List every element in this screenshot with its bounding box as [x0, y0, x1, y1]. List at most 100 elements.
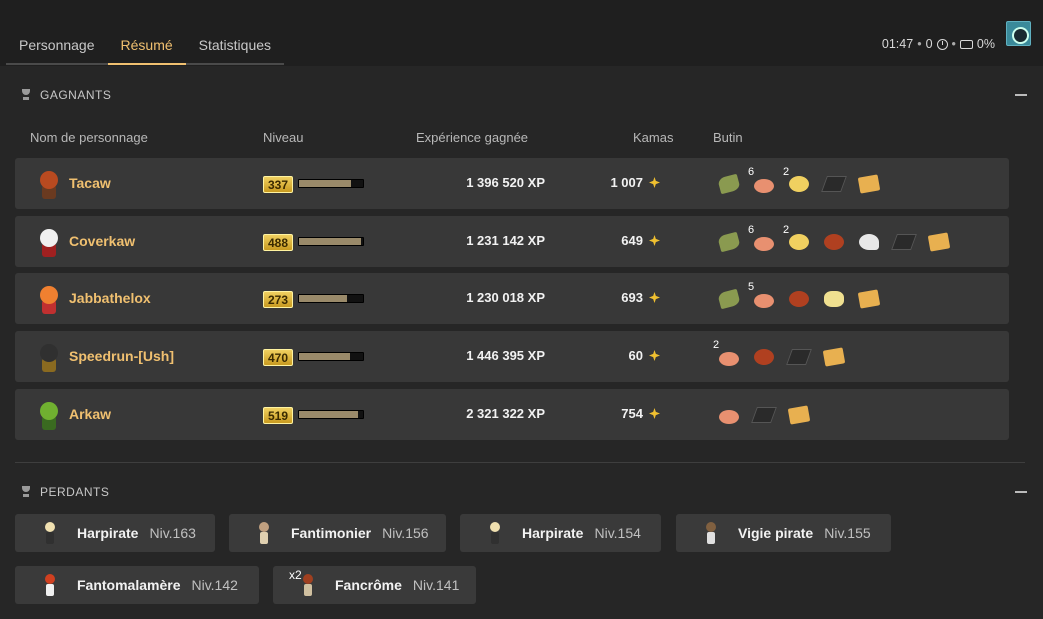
kama-icon	[648, 407, 661, 420]
treasure-map-icon[interactable]	[820, 343, 848, 371]
loser-entry[interactable]: Harpirate Niv.154	[460, 514, 661, 552]
kamas-value: 693	[621, 290, 643, 305]
xp-gained: 1 446 395 XP	[466, 348, 545, 363]
treasure-map-icon[interactable]	[925, 228, 953, 256]
character-avatar	[32, 225, 64, 259]
kamas-value: 1 007	[610, 175, 643, 190]
treasure-map-icon[interactable]	[855, 285, 883, 313]
moon-stone-icon[interactable]: 2	[783, 224, 813, 256]
item-quantity: 6	[748, 224, 755, 236]
character-avatar	[32, 282, 64, 316]
copper-coin-icon[interactable]: 5	[748, 281, 778, 313]
kamas-gained: 754	[621, 406, 661, 421]
column-header-level: Niveau	[263, 130, 304, 145]
monster-name: Harpirate	[77, 525, 139, 541]
dark-plank-icon[interactable]	[820, 170, 848, 198]
dark-plank-icon[interactable]	[890, 228, 918, 256]
column-header-loot: Butin	[713, 130, 743, 145]
character-avatar	[32, 340, 64, 374]
loot-list: 62	[715, 166, 883, 199]
tab-resume[interactable]: Résumé	[107, 27, 186, 65]
monster-icon	[251, 520, 277, 546]
loot-list: 5	[715, 281, 883, 314]
kamas-value: 649	[621, 233, 643, 248]
monster-name: Fancrôme	[335, 577, 402, 593]
fire-orb-icon[interactable]	[750, 343, 778, 371]
monster-level: Niv.141	[412, 577, 460, 593]
level-progress-bar	[298, 410, 364, 419]
leaf-resource-icon[interactable]	[715, 228, 743, 256]
leaf-resource-icon[interactable]	[715, 285, 743, 313]
monster-icon	[37, 572, 63, 598]
drop-bonus: 0%	[976, 37, 995, 51]
winner-row[interactable]: Speedrun-[Ush] 470 1 446 395 XP 60 2	[15, 331, 1009, 382]
kama-icon	[648, 349, 661, 362]
loser-entry[interactable]: Harpirate Niv.163	[15, 514, 215, 552]
loot-list: 2	[713, 339, 848, 372]
loser-entry[interactable]: x2 Fancrôme Niv.141	[273, 566, 476, 604]
tab-statistiques[interactable]: Statistiques	[186, 27, 284, 63]
character-name[interactable]: Speedrun-[Ush]	[69, 348, 174, 364]
item-quantity: 2	[713, 339, 720, 351]
trophy-icon	[20, 486, 32, 498]
tab-personnage[interactable]: Personnage	[6, 27, 108, 63]
kama-icon	[648, 291, 661, 304]
tab-bar: Personnage Résumé Statistiques	[6, 27, 285, 65]
dark-plank-icon[interactable]	[785, 343, 813, 371]
monster-level: Niv.156	[382, 525, 429, 541]
kamas-gained: 1 007	[610, 175, 661, 190]
monster-name: Harpirate	[522, 525, 584, 541]
winner-row[interactable]: Jabbathelox 273 1 230 018 XP 693 5	[15, 273, 1009, 324]
monster-level: Niv.163	[149, 525, 196, 541]
winners-header: GAGNANTS	[20, 88, 111, 102]
copper-coin-icon[interactable]: 6	[748, 166, 778, 198]
character-name[interactable]: Arkaw	[69, 406, 111, 422]
copper-coin-icon[interactable]: 6	[748, 224, 778, 256]
character-name[interactable]: Tacaw	[69, 175, 111, 191]
loot-list: 62	[715, 224, 953, 257]
fight-status: 01:47 • 0 • 0%	[881, 37, 995, 51]
party-toggle-button[interactable]	[1006, 21, 1031, 46]
kamas-value: 754	[621, 406, 643, 421]
item-quantity: 6	[748, 166, 755, 178]
loser-entry[interactable]: Fantomalamère Niv.142	[15, 566, 259, 604]
monster-name: Vigie pirate	[738, 525, 814, 541]
loser-entry[interactable]: Fantimonier Niv.156	[229, 514, 446, 552]
collapse-winners-button[interactable]	[1015, 94, 1027, 96]
collapse-losers-button[interactable]	[1015, 491, 1027, 493]
treasure-map-icon[interactable]	[855, 170, 883, 198]
dark-plank-icon[interactable]	[750, 401, 778, 429]
character-avatar	[32, 398, 64, 432]
winner-row[interactable]: Arkaw 519 2 321 322 XP 754	[15, 389, 1009, 440]
fire-orb-icon[interactable]	[820, 228, 848, 256]
copper-coin-icon[interactable]: 2	[713, 339, 743, 371]
level-badge: 519	[263, 407, 293, 424]
loser-entry[interactable]: Vigie pirate Niv.155	[676, 514, 891, 552]
item-quantity: 2	[783, 224, 790, 236]
character-name[interactable]: Jabbathelox	[69, 290, 151, 306]
leaf-resource-icon[interactable]	[715, 170, 743, 198]
moon-stone-icon[interactable]: 2	[783, 166, 813, 198]
level-progress-bar	[298, 179, 364, 188]
xp-gained: 2 321 322 XP	[466, 406, 545, 421]
copper-coin-icon[interactable]	[715, 401, 743, 429]
cheese-icon[interactable]	[820, 285, 848, 313]
winner-row[interactable]: Tacaw 337 1 396 520 XP 1 007 6 2	[15, 158, 1009, 209]
cloud-feather-icon[interactable]	[855, 228, 883, 256]
fire-orb-icon[interactable]	[785, 285, 813, 313]
level-badge: 470	[263, 349, 293, 366]
monster-name: Fantimonier	[291, 525, 372, 541]
xp-gained: 1 231 142 XP	[466, 233, 545, 248]
treasure-map-icon[interactable]	[785, 401, 813, 429]
winners-title: GAGNANTS	[40, 88, 112, 102]
winner-row[interactable]: Coverkaw 488 1 231 142 XP 649 6 2	[15, 216, 1009, 267]
losers-header: PERDANTS	[20, 485, 109, 499]
level-badge: 337	[263, 176, 293, 193]
item-quantity: 2	[783, 166, 790, 178]
top-bar: Personnage Résumé Statistiques 01:47 • 0…	[0, 0, 1043, 66]
column-header-xp: Expérience gagnée	[416, 130, 529, 145]
kamas-gained: 60	[629, 348, 661, 363]
character-name[interactable]: Coverkaw	[69, 233, 135, 249]
monster-icon	[37, 520, 63, 546]
turn-count: 0	[925, 37, 933, 51]
